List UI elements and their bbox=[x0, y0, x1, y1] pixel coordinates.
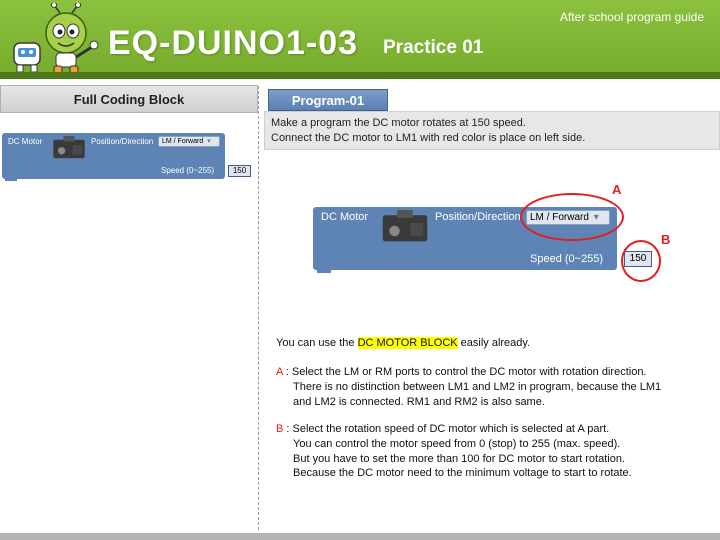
footer-bar bbox=[0, 533, 720, 540]
intro-suffix: easily already. bbox=[457, 337, 531, 349]
chevron-down-icon: ▾ bbox=[207, 138, 211, 145]
marker-b: B bbox=[661, 232, 671, 247]
explanation-b-line: B : Select the rotation speed of DC moto… bbox=[276, 423, 609, 435]
left-panel-title-text: Full Coding Block bbox=[73, 92, 185, 107]
panel-divider bbox=[258, 86, 259, 530]
header-stripe bbox=[0, 72, 720, 79]
direction-dropdown[interactable]: LM / Forward ▾ bbox=[158, 136, 220, 147]
block-name-label: DC Motor bbox=[321, 211, 369, 223]
dc-motor-block-small[interactable]: DC Motor Position/Direction LM / Forward… bbox=[2, 133, 225, 179]
explanation-a-line: A : Select the LM or RM ports to control… bbox=[276, 366, 647, 378]
position-direction-label: Position/Direction bbox=[91, 137, 154, 146]
speed-label: Speed (0~255) bbox=[530, 253, 604, 265]
page-title: EQ-DUINO1-03 bbox=[108, 24, 359, 62]
speed-label: Speed (0~255) bbox=[161, 166, 215, 175]
highlight-circle-a bbox=[520, 193, 624, 241]
direction-dropdown-value: LM / Forward bbox=[162, 138, 204, 145]
explanation-a-text: : Select the LM or RM ports to control t… bbox=[282, 366, 647, 378]
dc-motor-icon bbox=[53, 136, 85, 159]
block-bottom-tab bbox=[317, 269, 331, 273]
explanation-b-line: You can control the motor speed from 0 (… bbox=[293, 438, 621, 450]
highlight-circle-b bbox=[621, 240, 661, 282]
guide-label: After school program guide bbox=[559, 10, 704, 24]
explanation-b-text: : Select the rotation speed of DC motor … bbox=[283, 423, 610, 435]
tab-program-01[interactable]: Program-01 bbox=[268, 89, 388, 111]
intro-text: You can use the DC MOTOR BLOCK easily al… bbox=[276, 337, 530, 349]
intro-prefix: You can use the bbox=[276, 337, 358, 349]
tab-program-01-label: Program-01 bbox=[291, 93, 365, 108]
dc-motor-icon bbox=[382, 210, 428, 242]
block-name-label: DC Motor bbox=[8, 137, 43, 146]
explanation-b-line: Because the DC motor need to the minimum… bbox=[293, 467, 632, 479]
block-bottom-tab bbox=[5, 178, 17, 181]
page-subtitle: Practice 01 bbox=[383, 37, 484, 58]
explanation-b-line: But you have to set the more than 100 fo… bbox=[293, 453, 626, 465]
explanation-a-line: There is no distinction between LM1 and … bbox=[293, 381, 662, 393]
dc-motor-block-highlight: DC MOTOR BLOCK bbox=[357, 337, 458, 349]
marker-a: A bbox=[612, 182, 622, 197]
explanation-a-line: and LM2 is connected. RM1 and RM2 is als… bbox=[293, 396, 545, 408]
program-description-line: Make a program the DC motor rotates at 1… bbox=[271, 117, 526, 129]
header-banner: EQ-DUINO1-03 Practice 01 After school pr… bbox=[0, 0, 720, 79]
program-description-line: Connect the DC motor to LM1 with red col… bbox=[271, 132, 586, 144]
speed-value-field[interactable]: 150 bbox=[228, 165, 251, 177]
program-description: Make a program the DC motor rotates at 1… bbox=[264, 111, 720, 150]
position-direction-label: Position/Direction bbox=[435, 211, 521, 223]
left-panel-title: Full Coding Block bbox=[0, 85, 258, 113]
robot-mascot-icon bbox=[13, 3, 99, 74]
explanation-a-label: A bbox=[276, 366, 283, 378]
